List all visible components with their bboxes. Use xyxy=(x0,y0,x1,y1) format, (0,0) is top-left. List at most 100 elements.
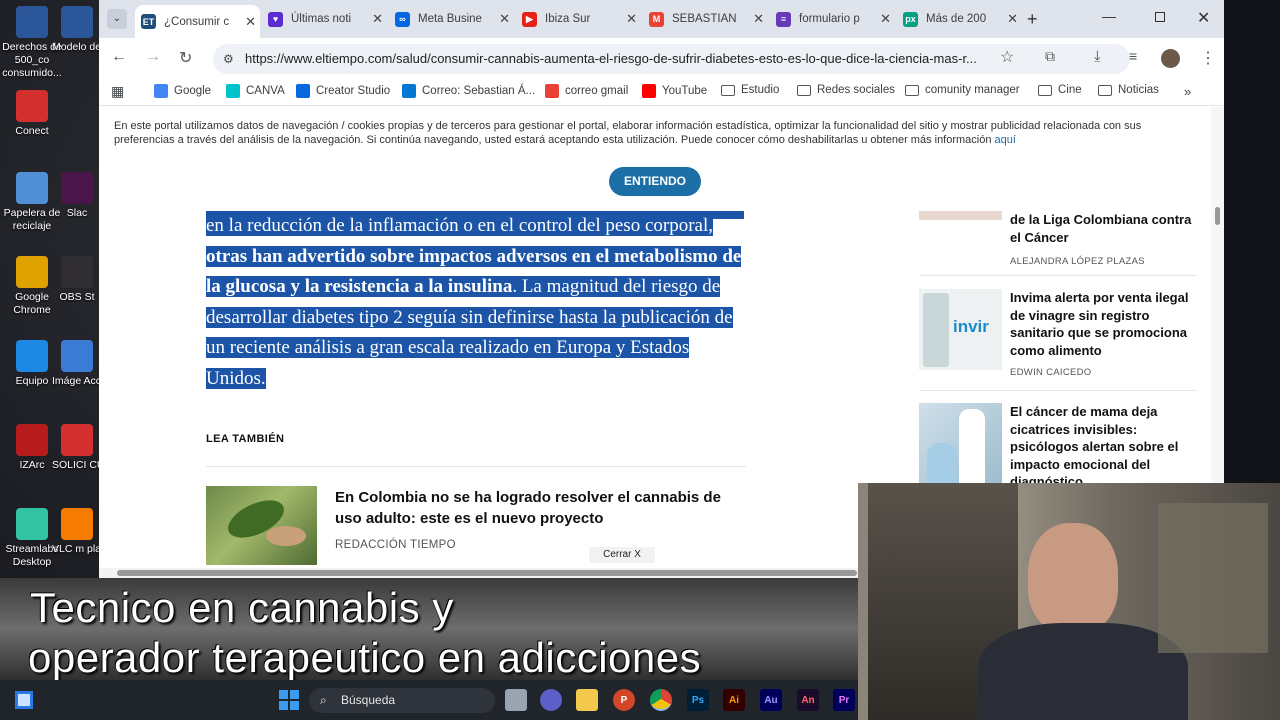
bookmark[interactable]: Estudio xyxy=(721,84,779,96)
task-view-icon[interactable] xyxy=(505,689,527,711)
tab-close-icon[interactable]: ✕ xyxy=(626,11,637,27)
video-caption-overlay: Tecnico en cannabis y operador terapeuti… xyxy=(0,578,858,681)
bookmark-label: Noticias xyxy=(1118,84,1159,96)
tab[interactable]: M SEBASTIAN ✕ xyxy=(643,6,768,32)
accept-cookies-button[interactable]: ENTIENDO xyxy=(609,167,701,196)
animate-icon[interactable]: An xyxy=(797,689,819,711)
article-body[interactable]: en la reducción de la inflamación o en e… xyxy=(206,211,751,394)
taskbar-search[interactable]: ⌕ Búsqueda xyxy=(309,688,495,713)
powerpoint-icon[interactable]: P xyxy=(613,689,635,711)
media-control-icon[interactable]: ≡ xyxy=(1129,48,1137,64)
tab[interactable]: ♥ Últimas noti ✕ xyxy=(262,6,387,32)
bookmark[interactable]: Correo: Sebastian Á... xyxy=(402,84,535,98)
bookmark-label: Redes sociales xyxy=(817,84,895,96)
story-title[interactable]: El cáncer de mama deja cicatrices invisi… xyxy=(1010,403,1200,491)
tab[interactable]: ≡ formulario p ✕ xyxy=(770,6,895,32)
folder-icon xyxy=(1038,84,1052,96)
avatar[interactable] xyxy=(1161,49,1180,68)
audition-icon[interactable]: Au xyxy=(760,689,782,711)
cookie-more-link[interactable]: aquí xyxy=(995,134,1016,146)
tab-title: Más de 200 xyxy=(926,13,987,25)
word-icon xyxy=(61,6,93,38)
site-info-icon[interactable]: ⚙ xyxy=(223,44,234,74)
file-explorer-icon[interactable] xyxy=(576,689,598,711)
maximize-icon[interactable] xyxy=(1155,12,1165,22)
bookmark[interactable]: correo gmail xyxy=(545,84,628,98)
tab-close-icon[interactable]: ✕ xyxy=(245,14,256,30)
bookmark[interactable]: Creator Studio xyxy=(296,84,390,98)
bookmark[interactable]: comunity manager xyxy=(905,84,1020,96)
forward-arrow-icon[interactable]: → xyxy=(145,48,161,66)
download-icon[interactable]: ⤓ xyxy=(1094,48,1101,65)
tab-favicon-icon: ♥ xyxy=(268,11,283,27)
pdf-icon xyxy=(16,90,48,122)
bookmark[interactable]: Google xyxy=(154,84,211,98)
illustrator-icon[interactable]: Ai xyxy=(723,689,745,711)
new-tab-plus-icon[interactable]: + xyxy=(1027,9,1038,30)
vlc-icon xyxy=(61,508,93,540)
related-article-title[interactable]: En Colombia no se ha logrado resolver el… xyxy=(335,487,745,529)
related-article-image[interactable] xyxy=(206,486,317,565)
tab[interactable]: px Más de 200 ✕ xyxy=(897,6,1022,32)
more-bookmarks-icon[interactable]: » xyxy=(1184,84,1191,99)
desktop-icon[interactable]: Modelo de negocio He... xyxy=(52,6,102,54)
folder-icon xyxy=(905,84,919,96)
bookmark-star-icon[interactable]: ☆ xyxy=(1000,47,1014,67)
teams-icon[interactable] xyxy=(540,689,562,711)
bookmark-label: Estudio xyxy=(741,84,780,96)
tab-close-icon[interactable]: ✕ xyxy=(753,11,764,27)
tab-favicon-icon: ∞ xyxy=(395,11,410,27)
desktop-icon-label: Imáge Acceso xyxy=(52,375,102,387)
bookmark[interactable]: Noticias xyxy=(1098,84,1159,96)
story-author: EDWIN CAICEDO xyxy=(1010,367,1092,378)
desktop-icon[interactable]: OBS St xyxy=(52,256,102,304)
photoshop-icon[interactable]: Ps xyxy=(687,689,709,711)
minimize-icon[interactable]: — xyxy=(1102,8,1116,24)
divider xyxy=(206,466,746,467)
tab-close-icon[interactable]: ✕ xyxy=(499,11,510,27)
address-bar[interactable]: ⚙ https://www.eltiempo.com/salud/consumi… xyxy=(213,44,1130,74)
computer-icon xyxy=(16,340,48,372)
horizontal-scrollbar[interactable] xyxy=(99,568,859,578)
close-ad-button[interactable]: Cerrar X xyxy=(589,547,655,563)
premiere-icon[interactable]: Pr xyxy=(833,689,855,711)
tab[interactable]: ∞ Meta Busine ✕ xyxy=(389,6,514,32)
tab-close-icon[interactable]: ✕ xyxy=(372,11,383,27)
start-windows-icon[interactable] xyxy=(279,690,299,710)
invima-logo: invir xyxy=(953,317,989,336)
bookmark[interactable]: CANVA xyxy=(226,84,285,98)
apps-grid-icon[interactable]: ▦ xyxy=(111,83,124,100)
search-placeholder: Búsqueda xyxy=(341,693,396,707)
image-icon xyxy=(61,340,93,372)
bookmark[interactable]: Cine xyxy=(1038,84,1082,96)
chrome-taskbar-icon[interactable] xyxy=(650,689,672,711)
menu-kebab-icon[interactable]: ⋮ xyxy=(1200,48,1216,68)
tab-close-icon[interactable]: ✕ xyxy=(880,11,891,27)
close-window-icon[interactable]: ✕ xyxy=(1197,8,1210,28)
recycle-bin-icon xyxy=(16,172,48,204)
folder-icon xyxy=(797,84,811,96)
desktop-icon[interactable]: VLC m playe xyxy=(52,508,102,556)
desktop-icon[interactable]: Slac xyxy=(52,172,102,220)
tab-title: SEBASTIAN xyxy=(672,13,737,25)
outlook-icon xyxy=(402,84,416,98)
youtube-icon xyxy=(642,84,656,98)
story-title[interactable]: de la Liga Colombiana contra el Cáncer xyxy=(1010,211,1200,246)
tab[interactable]: ET ¿Consumir c ✕ xyxy=(135,5,260,38)
extensions-icon[interactable]: ⧉ xyxy=(1045,48,1055,65)
article-text: en la reducción de la inflamación o en e… xyxy=(206,215,742,389)
bookmark[interactable]: Redes sociales xyxy=(797,84,895,96)
bookmark[interactable]: YouTube xyxy=(642,84,707,98)
tab-close-icon[interactable]: ✕ xyxy=(1007,11,1018,27)
desktop-icon[interactable]: Conect xyxy=(0,90,64,138)
reload-icon[interactable]: ↻ xyxy=(179,48,192,68)
widgets-icon[interactable] xyxy=(15,691,33,709)
tab[interactable]: ▶ Ibiza Sur ✕ xyxy=(516,6,641,32)
desktop-icon[interactable]: SOLICI CURSO xyxy=(52,424,102,472)
story-title[interactable]: Invima alerta por venta ilegal de vinagr… xyxy=(1010,289,1200,359)
desktop-icon[interactable]: Imáge Acceso xyxy=(52,340,102,388)
story-thumbnail: invir xyxy=(919,289,1002,370)
bookmark-label: Creator Studio xyxy=(316,85,391,97)
back-arrow-icon[interactable]: ← xyxy=(111,48,127,66)
tab-search-chevron-icon[interactable]: ⌄ xyxy=(107,9,127,29)
